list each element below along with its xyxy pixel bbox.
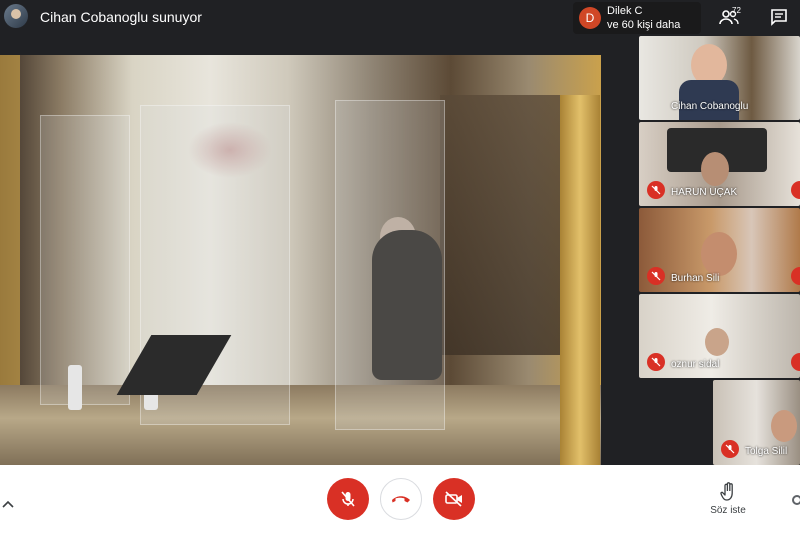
participant-name: Tolga Silil (745, 446, 788, 457)
active-speaker-chip[interactable]: D Dilek C ve 60 kişi daha (573, 2, 701, 34)
participant-video (771, 410, 797, 442)
chevron-up-icon (2, 500, 14, 508)
participant-tile[interactable]: oznur sidal (639, 294, 800, 378)
scene-bottle (68, 365, 82, 410)
mic-off-icon (725, 444, 735, 454)
participant-video (701, 232, 737, 276)
mic-toggle-button[interactable] (327, 478, 369, 520)
camera-off-icon (445, 491, 462, 507)
participant-video (679, 80, 739, 120)
mic-off-icon (651, 271, 661, 281)
participant-tile[interactable]: Cihan Cobanoglu (639, 36, 800, 120)
overflow-control[interactable] (792, 495, 800, 505)
participant-tile[interactable]: HARUN UÇAK (639, 122, 800, 206)
mic-muted-badge (791, 181, 800, 199)
raise-hand-button[interactable] (712, 481, 744, 503)
presenting-title: Cihan Cobanoglu sunuyor (40, 9, 202, 25)
scene-pillar (560, 95, 600, 480)
top-bar: Cihan Cobanoglu sunuyor D Dilek C ve 60 … (0, 0, 800, 36)
participant-name: Cihan Cobanoglu (671, 101, 749, 112)
camera-toggle-button[interactable] (433, 478, 475, 520)
mic-off-icon (341, 491, 355, 507)
participant-tiles: Cihan Cobanoglu HARUN UÇAK Burhan Sili o… (637, 36, 800, 465)
chat-icon (771, 9, 787, 26)
speaker-more-count: ve 60 kişi daha (607, 19, 681, 31)
participant-name: oznur sidal (671, 359, 720, 370)
participant-tile[interactable]: Tolga Silil (713, 380, 800, 465)
scene-glass-panel (40, 115, 130, 405)
mic-off-icon (651, 185, 661, 195)
mic-muted-badge (791, 267, 800, 285)
mic-muted-badge (721, 440, 739, 458)
meet-window: Cihan Cobanoglu sunuyor D Dilek C ve 60 … (0, 0, 800, 533)
presenter-avatar (4, 4, 28, 28)
mic-off-icon (651, 357, 661, 367)
leave-call-button[interactable] (380, 478, 422, 520)
hand-icon (720, 482, 733, 501)
shared-screen (0, 55, 601, 480)
call-end-icon (392, 496, 410, 503)
participant-name: HARUN UÇAK (671, 187, 738, 198)
people-count-badge: 72 (732, 6, 741, 15)
speaker-avatar: D (579, 7, 601, 29)
raise-hand-label: Söz iste (710, 505, 746, 516)
presentation-stage (0, 36, 637, 480)
meeting-details-toggle[interactable] (2, 495, 14, 513)
participant-tile[interactable]: Burhan Sili (639, 208, 800, 292)
chat-button[interactable] (764, 4, 794, 30)
mic-muted-badge (647, 181, 665, 199)
speaker-name: Dilek C (607, 5, 643, 17)
mic-muted-badge (791, 353, 800, 371)
participant-video (705, 328, 729, 356)
scene-glass-panel (335, 100, 445, 430)
scene-shelf (440, 95, 570, 355)
participant-video (701, 152, 729, 186)
bottom-control-bar: Söz iste (0, 465, 800, 533)
mic-muted-badge (647, 353, 665, 371)
mic-muted-badge (647, 267, 665, 285)
participant-name: Burhan Sili (671, 273, 720, 284)
